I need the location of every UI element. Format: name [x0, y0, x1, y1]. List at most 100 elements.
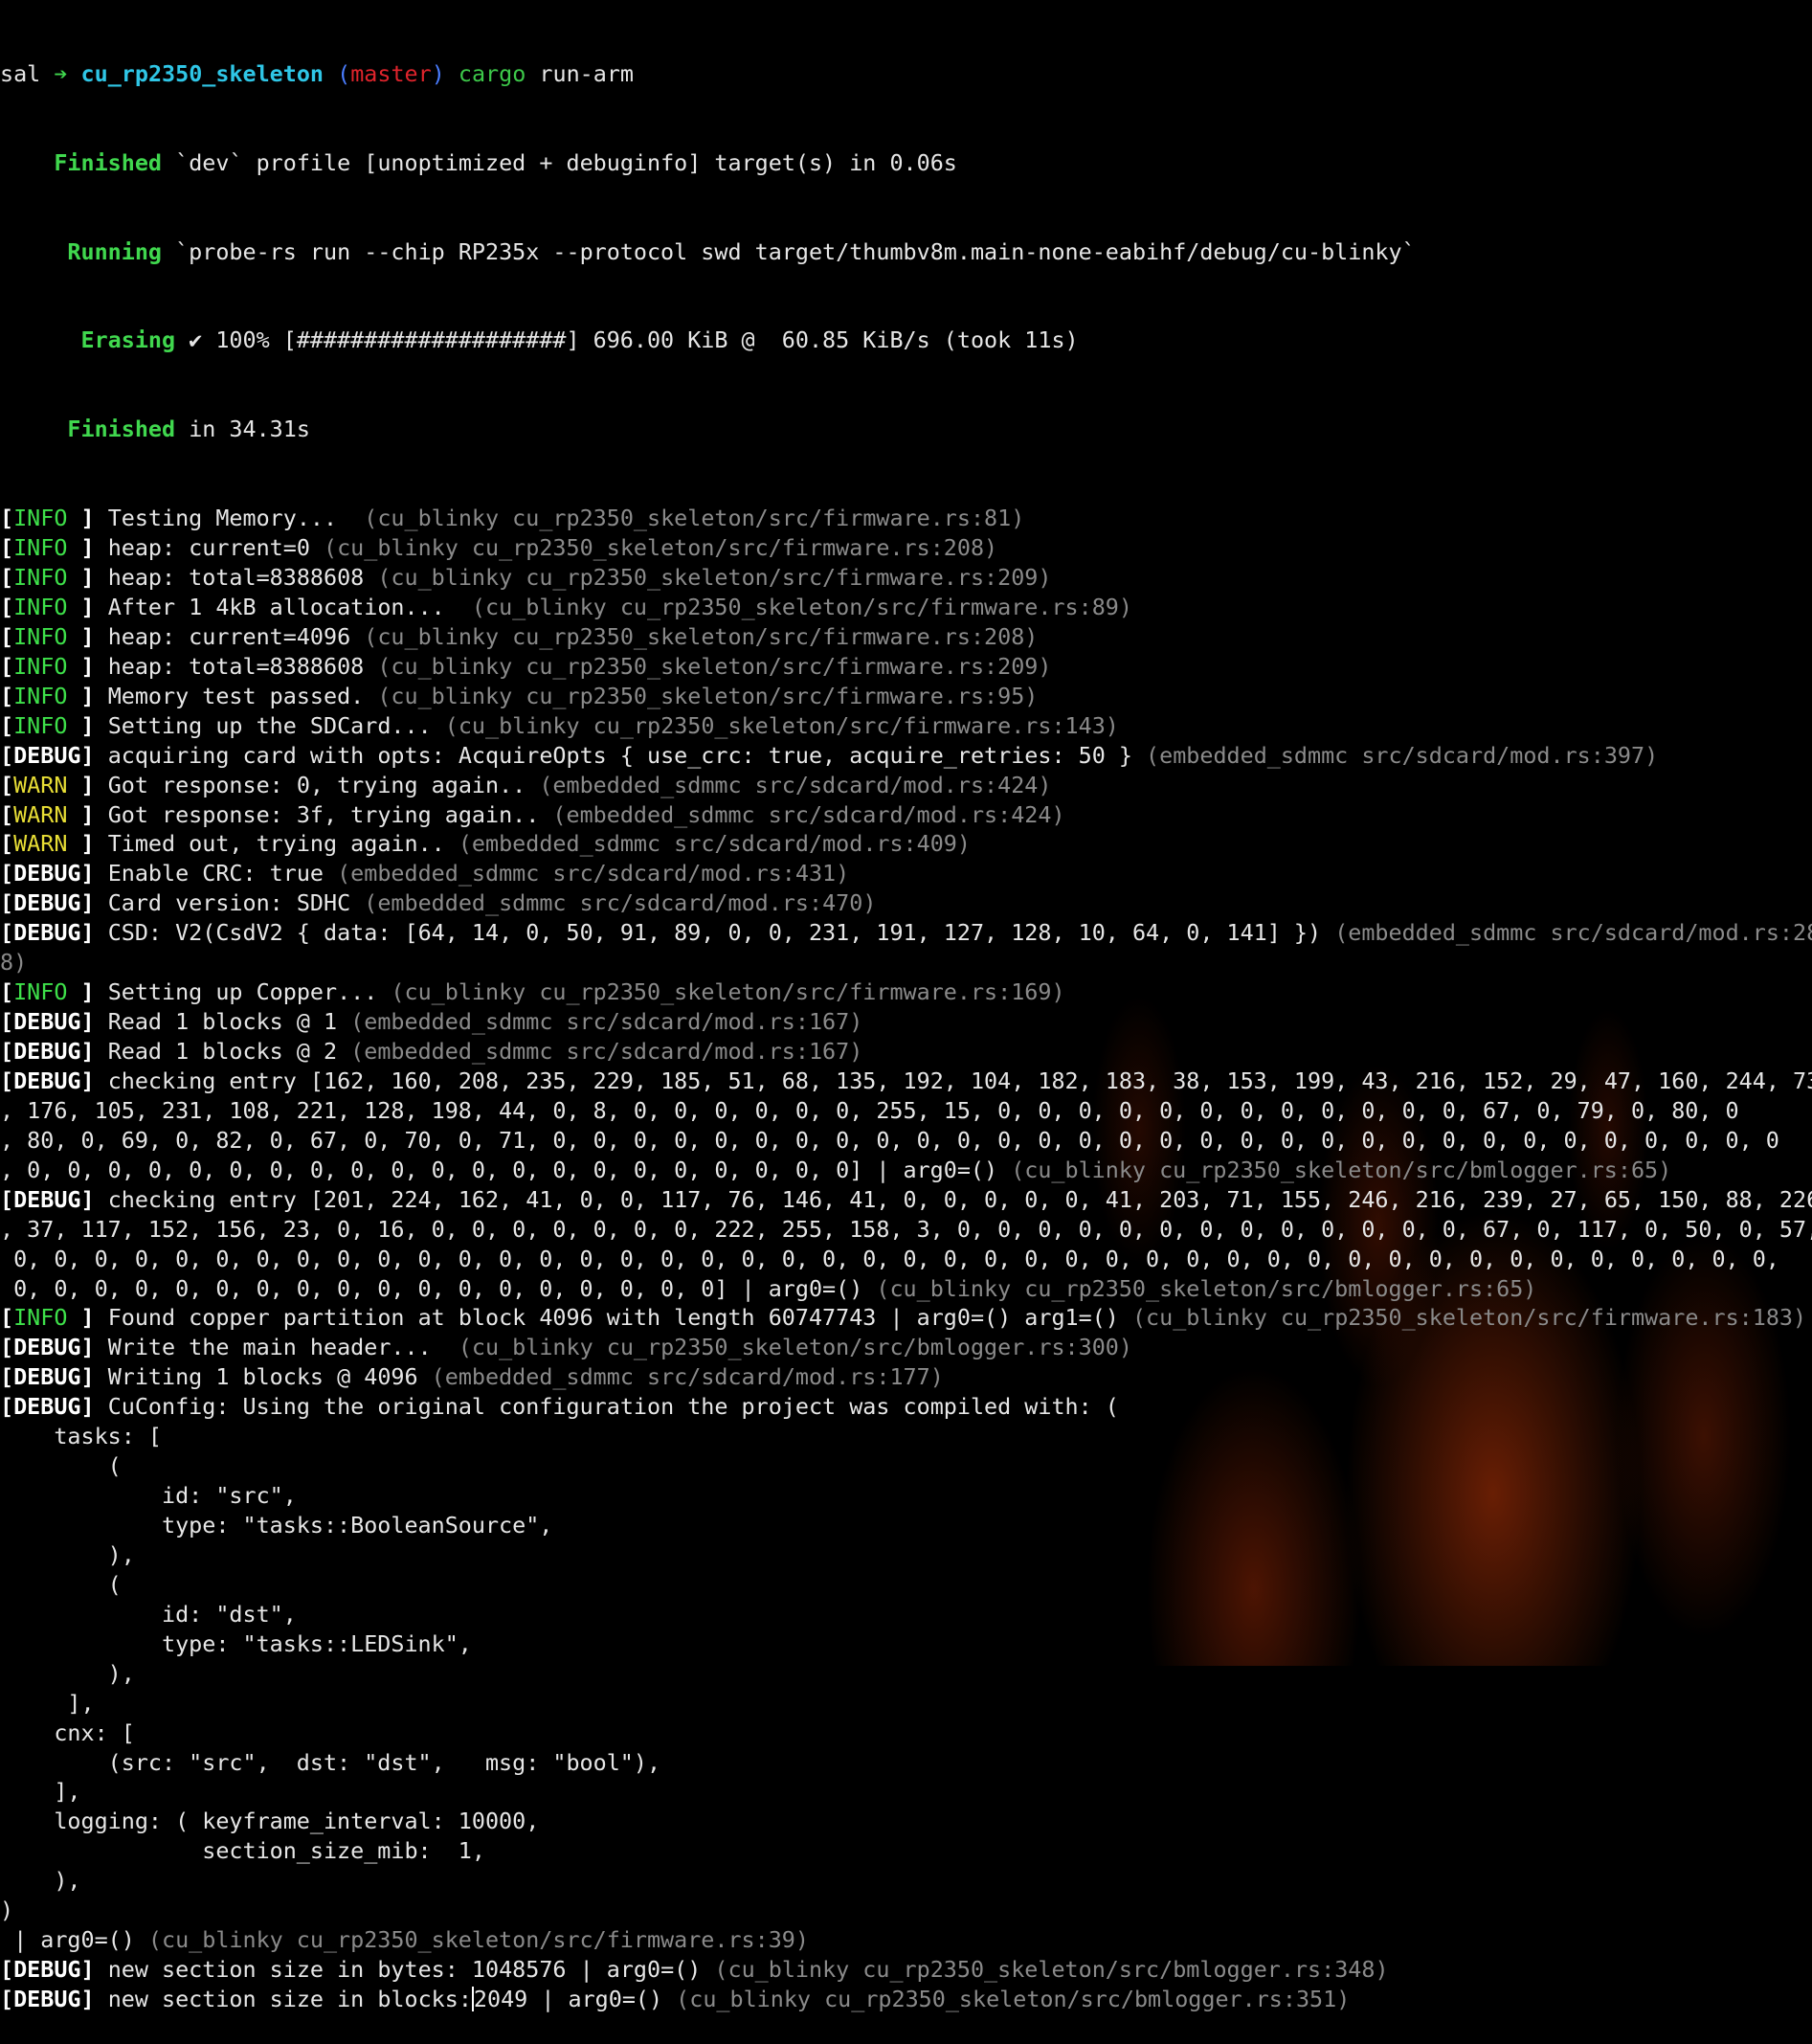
- log-tag-bracket: ]: [80, 741, 108, 769]
- log-message: section_size_mib: 1,: [0, 1837, 485, 1865]
- log-line: [INFO ] Testing Memory... (cu_blinky cu_…: [0, 504, 1812, 533]
- prompt-user: sal: [0, 59, 41, 87]
- log-message: 2049 | arg0=(): [473, 1986, 677, 2012]
- log-message: ),: [0, 1540, 135, 1568]
- log-level-debug: DEBUG: [13, 889, 81, 917]
- log-level-debug: DEBUG: [13, 1008, 81, 1036]
- terminal-output[interactable]: sal ➔ cu_rp2350_skeleton (master) cargo …: [0, 0, 1812, 2044]
- log-tag-bracket: ]: [80, 1038, 108, 1065]
- log-line: id: "dst",: [0, 1600, 1812, 1629]
- log-line: ),: [0, 1659, 1812, 1689]
- log-tag-bracket: [: [0, 1334, 14, 1361]
- log-tag-bracket: [: [0, 830, 14, 858]
- log-line: cnx: [: [0, 1718, 1812, 1748]
- log-tag-bracket: [: [0, 1986, 14, 2012]
- cargo-status-text: in 34.31s: [189, 416, 310, 443]
- log-tag-bracket: [: [0, 889, 14, 917]
- log-source-location: (cu_blinky cu_rp2350_skeleton/src/firmwa…: [471, 593, 1132, 620]
- log-source-location: (embedded_sdmmc src/sdcard/mod.rs:470): [364, 889, 877, 917]
- log-tag-bracket: [: [0, 711, 14, 739]
- log-tag-bracket: [: [0, 1363, 14, 1391]
- prompt-command: cargo: [458, 59, 526, 87]
- probe-finished-line: Finished in 34.31s: [0, 415, 1812, 444]
- log-line: [INFO ] Setting up the SDCard... (cu_bli…: [0, 711, 1812, 741]
- log-source-location: (cu_blinky cu_rp2350_skeleton/src/firmwa…: [377, 682, 1039, 709]
- cargo-status-text: `dev` profile [unoptimized + debuginfo] …: [175, 148, 957, 176]
- log-line: ),: [0, 1540, 1812, 1570]
- log-message: heap: total=8388608: [107, 652, 378, 680]
- log-line: ],: [0, 1689, 1812, 1718]
- log-level-info: INFO: [13, 564, 81, 591]
- log-message: | arg0=(): [0, 1926, 148, 1954]
- log-message: ),: [0, 1659, 135, 1687]
- log-message: new section size in blocks:: [107, 1986, 472, 2012]
- log-tag-bracket: ]: [80, 682, 108, 709]
- cargo-status-label: Erasing: [80, 326, 176, 354]
- log-message: Testing Memory...: [107, 505, 365, 532]
- log-tag-bracket: [: [0, 1393, 14, 1421]
- log-level-info: INFO: [13, 682, 81, 709]
- log-lines: [INFO ] Testing Memory... (cu_blinky cu_…: [0, 504, 1812, 2014]
- log-tag-bracket: [: [0, 505, 14, 532]
- shell-prompt-line: sal ➔ cu_rp2350_skeleton (master) cargo …: [0, 59, 1812, 89]
- log-tag-bracket: [: [0, 741, 14, 769]
- log-line: , 37, 117, 152, 156, 23, 0, 16, 0, 0, 0,…: [0, 1215, 1812, 1245]
- cargo-status-label: Finished: [54, 148, 163, 176]
- log-source-location: (embedded_sdmmc src/sdcard/mod.rs:424): [539, 771, 1052, 798]
- log-source-location: (embedded_sdmmc src/sdcard/mod.rs:167): [350, 1038, 863, 1065]
- prompt-directory: cu_rp2350_skeleton: [80, 59, 324, 87]
- log-tag-bracket: ]: [80, 1363, 108, 1391]
- log-tag-bracket: ]: [80, 622, 108, 650]
- log-line: [INFO ] heap: total=8388608 (cu_blinky c…: [0, 652, 1812, 682]
- log-line: [INFO ] Setting up Copper... (cu_blinky …: [0, 977, 1812, 1007]
- log-message: tasks: [: [0, 1423, 162, 1450]
- log-source-location: (cu_blinky cu_rp2350_skeleton/src/firmwa…: [377, 652, 1052, 680]
- log-level-debug: DEBUG: [13, 1185, 81, 1213]
- log-line: [DEBUG] new section size in blocks:2049 …: [0, 1985, 1812, 2014]
- log-tag-bracket: [: [0, 564, 14, 591]
- log-tag-bracket: ]: [80, 1185, 108, 1213]
- log-tag-bracket: ]: [80, 593, 108, 620]
- log-message: Found copper partition at block 4096 wit…: [107, 1304, 1132, 1332]
- log-line: tasks: [: [0, 1422, 1812, 1451]
- log-message: Enable CRC: true: [107, 860, 338, 887]
- log-tag-bracket: ]: [80, 1986, 108, 2012]
- log-tag-bracket: [: [0, 652, 14, 680]
- log-line: [DEBUG] CSD: V2(CsdV2 { data: [64, 14, 0…: [0, 918, 1812, 948]
- log-message: (src: "src", dst: "dst", msg: "bool"),: [0, 1748, 661, 1776]
- log-line: [WARN ] Got response: 0, trying again.. …: [0, 771, 1812, 800]
- log-tag-bracket: [: [0, 1304, 14, 1332]
- log-level-info: INFO: [13, 505, 81, 532]
- log-line: 8): [0, 948, 1812, 977]
- log-line: [INFO ] heap: current=4096 (cu_blinky cu…: [0, 622, 1812, 652]
- log-source-location: (embedded_sdmmc src/sdcard/mod.rs:397): [1146, 741, 1659, 769]
- log-line: 0, 0, 0, 0, 0, 0, 0, 0, 0, 0, 0, 0, 0, 0…: [0, 1245, 1812, 1274]
- log-tag-bracket: [: [0, 978, 14, 1006]
- log-level-debug: DEBUG: [13, 741, 81, 769]
- log-tag-bracket: [: [0, 1008, 14, 1036]
- log-tag-bracket: [: [0, 860, 14, 887]
- git-branch: master: [350, 59, 432, 87]
- log-tag-bracket: [: [0, 1185, 14, 1213]
- log-tag-bracket: ]: [80, 1008, 108, 1036]
- log-message: id: "dst",: [0, 1600, 297, 1628]
- log-tag-bracket: [: [0, 622, 14, 650]
- cargo-running-line: Running `probe-rs run --chip RP235x --pr…: [0, 237, 1812, 267]
- log-message: checking entry [162, 160, 208, 235, 229,…: [107, 1067, 1812, 1094]
- log-level-debug: DEBUG: [13, 860, 81, 887]
- log-tag-bracket: [: [0, 534, 14, 562]
- log-message: , 37, 117, 152, 156, 23, 0, 16, 0, 0, 0,…: [0, 1215, 1812, 1243]
- log-message: new section size in bytes: 1048576 | arg…: [107, 1956, 715, 1984]
- log-line: logging: ( keyframe_interval: 10000,: [0, 1807, 1812, 1836]
- log-line: [INFO ] After 1 4kB allocation... (cu_bl…: [0, 593, 1812, 622]
- log-tag-bracket: [: [0, 919, 14, 947]
- cargo-status-label: Finished: [67, 416, 176, 443]
- log-tag-bracket: ]: [80, 534, 108, 562]
- erase-progress-text: ✔ 100% [####################] 696.00 KiB…: [189, 326, 1079, 354]
- log-line: (: [0, 1570, 1812, 1600]
- log-line: ): [0, 1896, 1812, 1925]
- log-message: ],: [0, 1689, 95, 1717]
- log-message: ),: [0, 1867, 81, 1895]
- log-message: heap: current=0: [107, 534, 324, 562]
- log-message: ): [0, 1897, 14, 1924]
